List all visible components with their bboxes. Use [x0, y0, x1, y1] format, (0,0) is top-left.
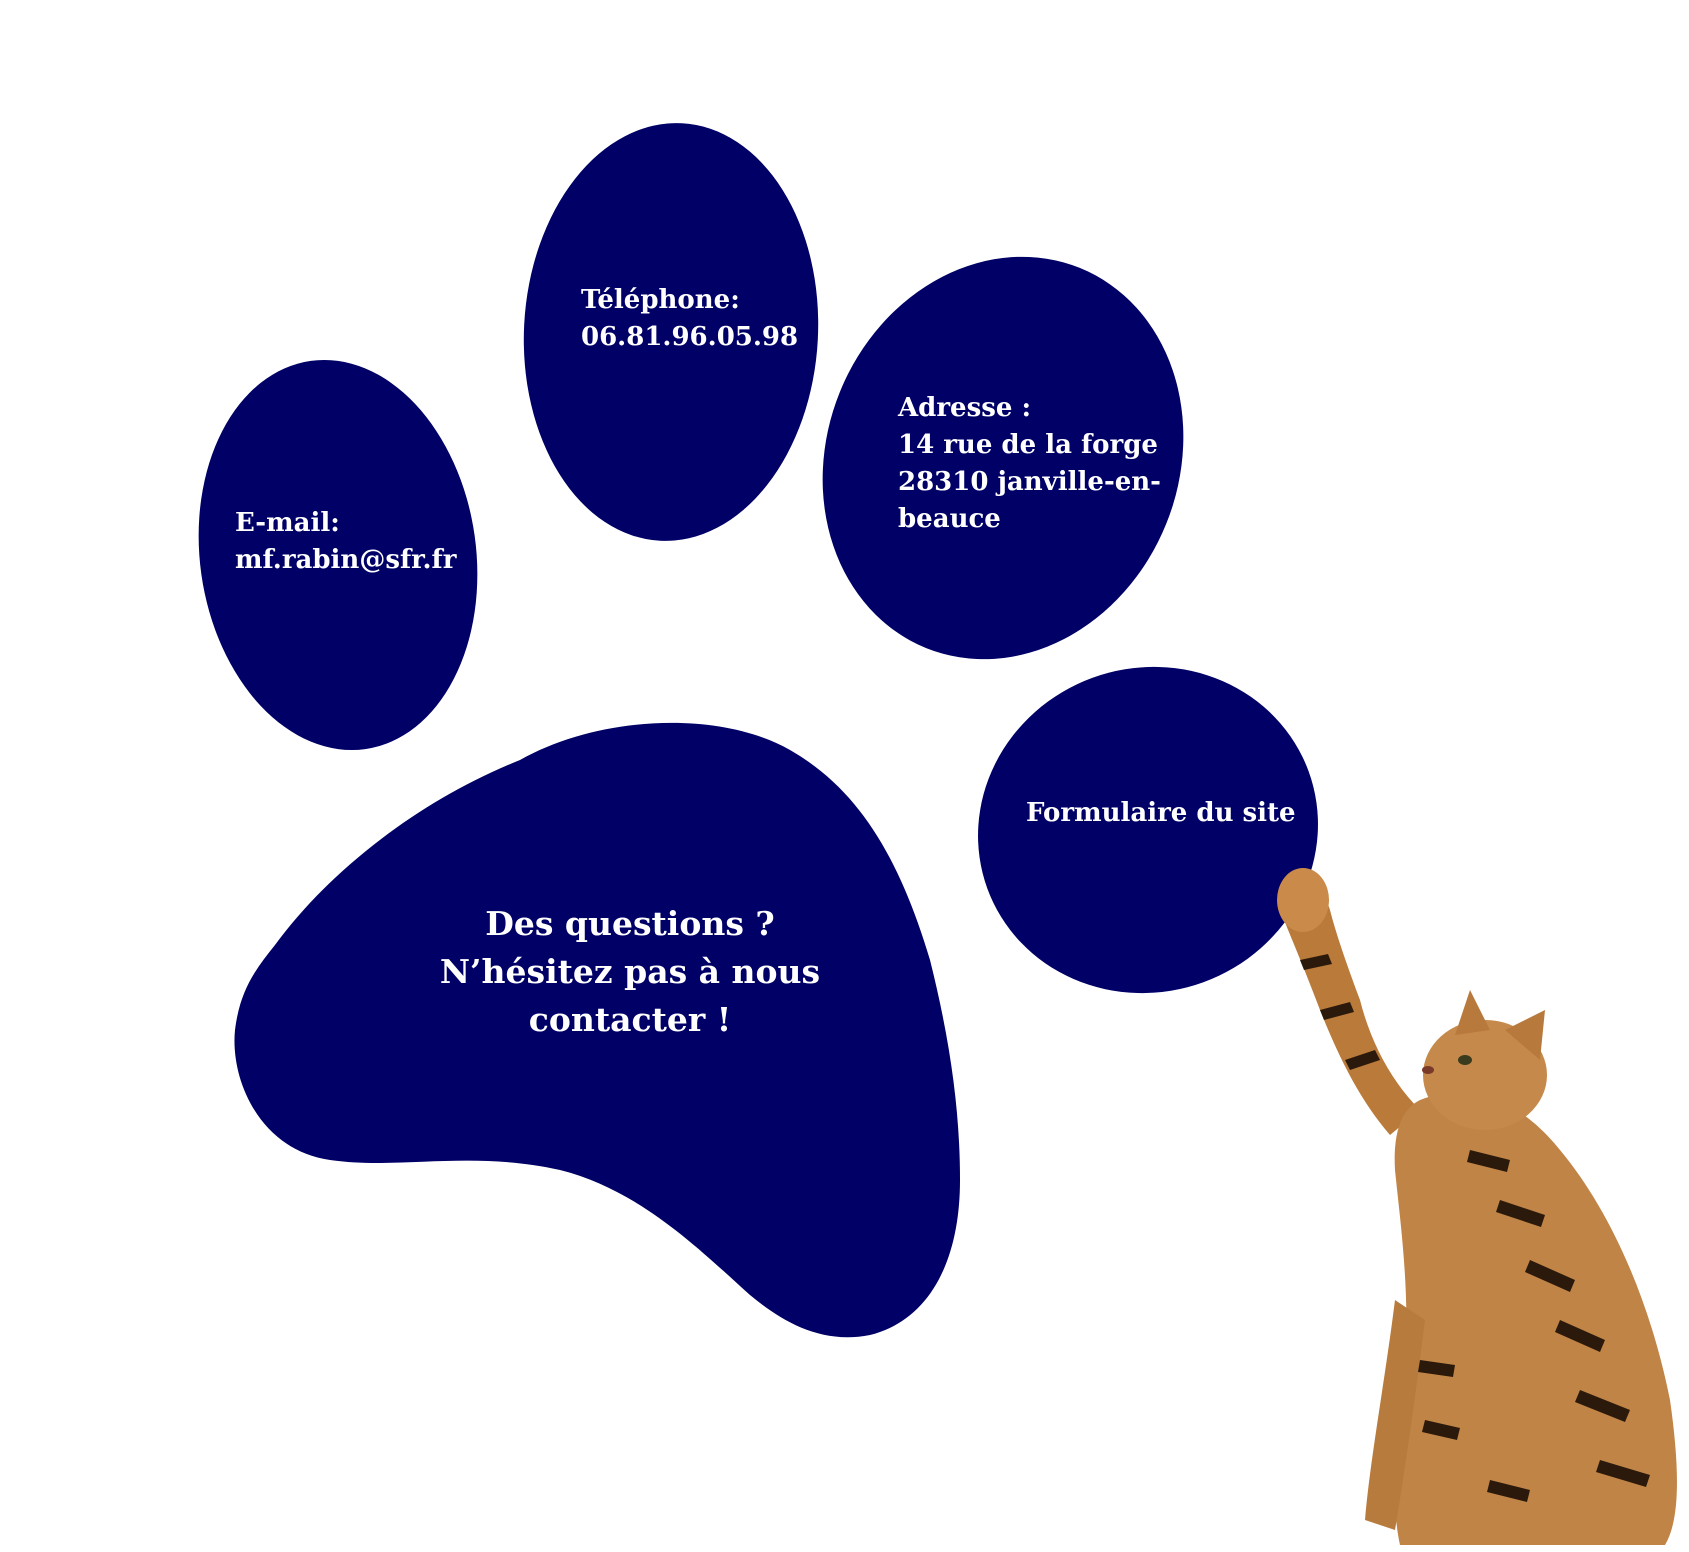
- address-label: Adresse :: [898, 393, 1032, 423]
- main-line-3: contacter !: [528, 999, 732, 1039]
- site-form-link[interactable]: Formulaire du site: [1026, 795, 1296, 832]
- contact-paw-graphic: E-mail: mf.rabin@sfr.fr Téléphone: 06.81…: [0, 0, 1689, 1552]
- paw-print-svg: [198, 123, 1677, 1545]
- email-label: E-mail:: [235, 508, 340, 538]
- email-contact: E-mail: mf.rabin@sfr.fr: [235, 505, 456, 579]
- address-line-2: 28310 janville-en-: [898, 466, 1161, 497]
- main-message: Des questions ? N’hésitez pas à nous con…: [430, 900, 830, 1044]
- site-form-label[interactable]: Formulaire du site: [1026, 795, 1296, 832]
- email-value[interactable]: mf.rabin@sfr.fr: [235, 542, 456, 579]
- phone-contact: Téléphone: 06.81.96.05.98: [581, 282, 798, 356]
- main-line-2: N’hésitez pas à nous: [439, 951, 821, 991]
- address-line-1: 14 rue de la forge: [898, 429, 1158, 460]
- address-line-3: beauce: [898, 503, 1001, 534]
- phone-label: Téléphone:: [581, 285, 740, 315]
- bengal-cat-icon: [1277, 868, 1677, 1545]
- phone-value[interactable]: 06.81.96.05.98: [581, 319, 798, 356]
- main-line-1: Des questions ?: [485, 904, 775, 943]
- address-contact: Adresse : 14 rue de la forge 28310 janvi…: [898, 390, 1161, 538]
